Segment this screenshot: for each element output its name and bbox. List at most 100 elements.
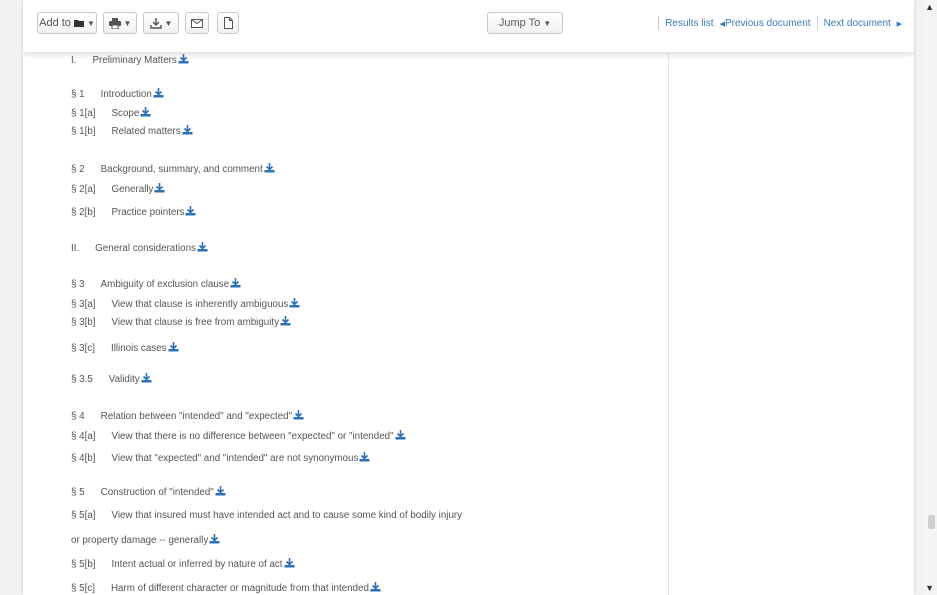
chevron-down-icon: ▼	[543, 18, 552, 28]
toc-entry-title: View that "expected" and "intended" are …	[111, 453, 359, 464]
toc-entry[interactable]: § 1[b] Related matters	[71, 125, 193, 138]
email-button[interactable]	[185, 12, 209, 34]
toc-entry-title: Intent actual or inferred by nature of a…	[111, 559, 283, 570]
download-icon[interactable]	[264, 163, 275, 176]
download-icon[interactable]	[182, 125, 193, 138]
toc-entry[interactable]: § 5[b] Intent actual or inferred by natur…	[71, 558, 295, 571]
toc-entry[interactable]: § 3[b] View that clause is free from ambi…	[71, 316, 291, 329]
toc-entry[interactable]: § 5[a] View that insured must have intend…	[71, 510, 462, 521]
print-button[interactable]: ▼	[103, 12, 137, 34]
toc-entry-number: § 1[b]	[71, 126, 96, 137]
chevron-down-icon: ▼	[164, 18, 173, 28]
download-icon[interactable]	[289, 298, 300, 311]
folder-icon	[73, 19, 84, 27]
toc-entry-number: § 5[b]	[71, 559, 96, 570]
toc-entry-title: Related matters	[111, 126, 181, 137]
download-icon[interactable]	[284, 558, 295, 571]
toc-entry[interactable]: § 3[a] View that clause is inherently amb…	[71, 298, 300, 311]
toc-entry-title: General considerations	[95, 243, 196, 254]
toc-entry[interactable]: § 3[c] Illinois cases	[71, 342, 179, 355]
download-icon	[149, 17, 162, 29]
toc-entry-title: Ambiguity of exclusion clause	[100, 279, 230, 290]
toc-entry-title: Illinois cases	[110, 343, 167, 354]
next-document-link[interactable]: Next document ▶	[824, 18, 902, 29]
scroll-down-icon[interactable]: ▼	[925, 583, 934, 593]
toc-entry[interactable]: § 4 Relation between "intended" and "expe…	[71, 410, 304, 423]
chevron-down-icon: ▼	[123, 18, 132, 28]
toc-entry-number: § 3[a]	[71, 299, 96, 310]
toc-entry-title: Relation between "intended" and "expecte…	[100, 411, 293, 422]
jump-to-button[interactable]: Jump To ▼	[487, 12, 563, 34]
note-button[interactable]	[217, 12, 239, 34]
toc-entry[interactable]: § 4[b] View that "expected" and "intended…	[71, 452, 370, 465]
toc-entry-number: § 2	[71, 164, 85, 175]
toc-entry-number: § 4[a]	[71, 431, 96, 442]
toc-entry[interactable]: § 5[c] Harm of different character or mag…	[71, 582, 381, 595]
envelope-icon	[191, 18, 203, 28]
toc-entry-number: § 5[c]	[71, 583, 95, 594]
previous-document-label: Previous document	[724, 17, 811, 29]
toc-entry[interactable]: I. Preliminary Matters	[71, 54, 189, 67]
toc-entry-number: § 1	[71, 89, 85, 100]
scroll-up-icon[interactable]: ▲	[925, 2, 934, 12]
toc-entry[interactable]: § 2 Background, summary, and comment	[71, 163, 275, 176]
toc-entry[interactable]: § 3 Ambiguity of exclusion clause	[71, 278, 241, 291]
toc-entry-title: Construction of "intended"	[100, 487, 214, 498]
download-icon[interactable]	[359, 452, 370, 465]
download-icon[interactable]	[141, 373, 152, 386]
toc-entry-title: View that insured must have intended act…	[111, 510, 463, 521]
toc-entry-number: § 4	[71, 411, 85, 422]
toc-entry[interactable]: § 2[b] Practice pointers	[71, 206, 196, 219]
toc-entry[interactable]: II. General considerations	[71, 242, 208, 255]
download-icon[interactable]	[153, 88, 164, 101]
toc-entry-title: View that clause is free from ambiguity	[111, 317, 280, 328]
document-frame: Add to ▼ ▼ ▼ Jump To ▼ Results list ◀Pre…	[23, 0, 914, 595]
download-icon[interactable]	[293, 410, 304, 423]
toc-entry-number: § 5[a]	[71, 510, 96, 521]
toc-entry[interactable]: § 3.5 Validity	[71, 373, 152, 386]
toc-entry[interactable]: § 2[a] Generally	[71, 183, 165, 196]
download-icon[interactable]	[230, 278, 241, 291]
download-icon[interactable]	[185, 206, 196, 219]
document-icon	[223, 17, 233, 29]
download-icon[interactable]	[215, 486, 226, 499]
toc-entry-number: II.	[71, 243, 80, 254]
download-icon[interactable]	[370, 582, 381, 595]
download-icon[interactable]	[395, 430, 406, 443]
download-icon[interactable]	[168, 342, 179, 355]
download-icon[interactable]	[140, 107, 151, 120]
toc-entry-title: Generally	[111, 184, 154, 195]
jump-to-label: Jump To	[498, 17, 541, 29]
arrow-right-icon: ▶	[896, 20, 902, 28]
chevron-down-icon: ▼	[86, 18, 95, 28]
previous-document-link[interactable]: ◀Previous document	[720, 18, 811, 29]
toc-entry[interactable]: § 1 Introduction	[71, 88, 164, 101]
document-toolbar: Add to ▼ ▼ ▼ Jump To ▼ Results list ◀Pre…	[23, 0, 914, 53]
scrollbar-thumb[interactable]	[928, 515, 935, 529]
toc-entry-number: § 1[a]	[71, 108, 96, 119]
toc-entry[interactable]: § 1[a] Scope	[71, 107, 151, 120]
download-icon[interactable]	[197, 242, 208, 255]
download-button[interactable]: ▼	[143, 12, 179, 34]
results-list-link[interactable]: Results list	[665, 18, 713, 29]
toc-entry-number: § 2[a]	[71, 184, 96, 195]
toc-entry-number: I.	[71, 55, 77, 66]
printer-icon	[108, 17, 121, 29]
toc-entry-title: View that there is no difference between…	[111, 431, 394, 442]
divider	[816, 16, 818, 30]
toc-entry-title: Practice pointers	[111, 207, 185, 218]
toc-entry[interactable]: § 5 Construction of "intended"	[71, 486, 226, 499]
toc-entry-title: Preliminary Matters	[92, 55, 177, 66]
toc-entry[interactable]: or property damage -- generally	[71, 534, 220, 547]
download-icon[interactable]	[280, 316, 291, 329]
scrollbar[interactable]: ▲ ▼	[924, 0, 937, 595]
download-icon[interactable]	[154, 183, 165, 196]
toc-entry-number: § 5	[71, 487, 85, 498]
toc-entry-title: Harm of different character or magnitude…	[110, 583, 369, 594]
add-to-button[interactable]: Add to ▼	[37, 12, 97, 34]
download-icon[interactable]	[178, 54, 189, 67]
download-icon[interactable]	[209, 534, 220, 547]
toc-entry[interactable]: § 4[a] View that there is no difference b…	[71, 430, 406, 443]
toc-entry-title: Introduction	[100, 89, 152, 100]
add-to-label: Add to	[39, 17, 71, 29]
